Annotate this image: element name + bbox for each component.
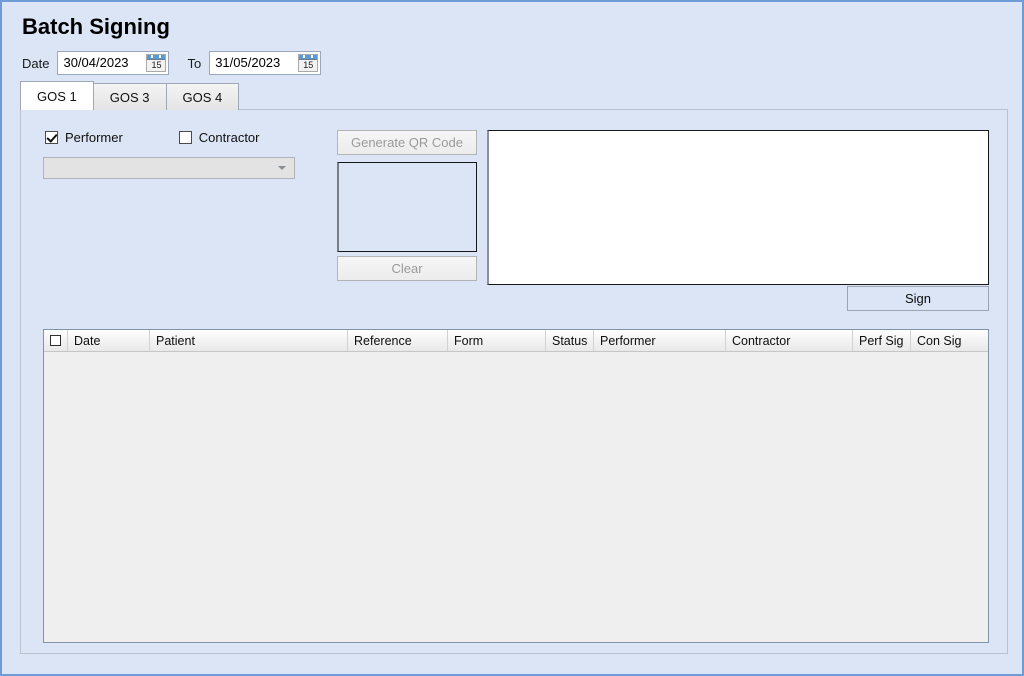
page-title: Batch Signing: [22, 14, 170, 39]
grid-header-date[interactable]: Date: [68, 330, 150, 351]
select-all-checkbox[interactable]: [50, 335, 61, 346]
date-from-input[interactable]: 30/04/2023 15: [57, 51, 170, 75]
tab-gos-1[interactable]: GOS 1: [20, 81, 94, 110]
clear-button[interactable]: Clear: [337, 256, 477, 281]
tab-content-panel: Performer Contractor Generate QR Code Cl…: [20, 109, 1008, 654]
grid-header-performer[interactable]: Performer: [594, 330, 726, 351]
batch-signing-window: Batch Signing Date 30/04/2023 15 To 31/0…: [0, 0, 1024, 676]
contractor-label: Contractor: [198, 130, 260, 145]
performer-checkbox[interactable]: [45, 131, 58, 144]
chevron-down-icon: [278, 166, 286, 170]
batch-grid: Date Patient Reference Form Status Perfo…: [43, 329, 989, 643]
qr-code-preview: [337, 162, 477, 252]
calendar-icon-header: [147, 55, 166, 60]
date-from-label: Date: [22, 55, 50, 71]
tab-gos-3[interactable]: GOS 3: [92, 83, 167, 110]
sign-button[interactable]: Sign: [847, 286, 989, 311]
calendar-icon[interactable]: 15: [146, 54, 167, 72]
contractor-checkbox-group[interactable]: Contractor: [178, 130, 260, 145]
performer-checkbox-group[interactable]: Performer: [45, 130, 123, 145]
generate-qr-code-button[interactable]: Generate QR Code: [337, 130, 477, 155]
grid-header-con-sig[interactable]: Con Sig: [911, 330, 988, 351]
calendar-icon[interactable]: 15: [298, 54, 319, 72]
date-from-value: 30/04/2023: [63, 55, 129, 70]
date-to-value: 31/05/2023: [215, 55, 281, 70]
role-checkbox-row: Performer Contractor: [45, 130, 260, 145]
grid-body[interactable]: [44, 352, 988, 642]
grid-header-select-all[interactable]: [44, 330, 68, 351]
grid-header-reference[interactable]: Reference: [348, 330, 448, 351]
signature-preview-panel: [487, 130, 989, 285]
grid-header-contractor[interactable]: Contractor: [726, 330, 853, 351]
person-select[interactable]: [43, 157, 295, 179]
calendar-icon-day: 15: [151, 60, 162, 70]
calendar-icon-header: [299, 55, 318, 60]
calendar-icon-day: 15: [303, 60, 314, 70]
tab-gos-4[interactable]: GOS 4: [165, 83, 240, 110]
grid-header-row: Date Patient Reference Form Status Perfo…: [44, 330, 988, 352]
grid-header-status[interactable]: Status: [546, 330, 594, 351]
grid-header-perf-sig[interactable]: Perf Sig: [853, 330, 911, 351]
date-to-input[interactable]: 31/05/2023 15: [209, 51, 322, 75]
grid-header-form[interactable]: Form: [448, 330, 546, 351]
tab-strip: GOS 1 GOS 3 GOS 4: [20, 81, 240, 110]
contractor-checkbox[interactable]: [178, 131, 192, 144]
grid-header-patient[interactable]: Patient: [150, 330, 348, 351]
date-to-label: To: [187, 55, 202, 71]
date-filter-row: Date 30/04/2023 15 To 31/05/2023 15: [22, 50, 322, 76]
performer-label: Performer: [65, 130, 123, 145]
